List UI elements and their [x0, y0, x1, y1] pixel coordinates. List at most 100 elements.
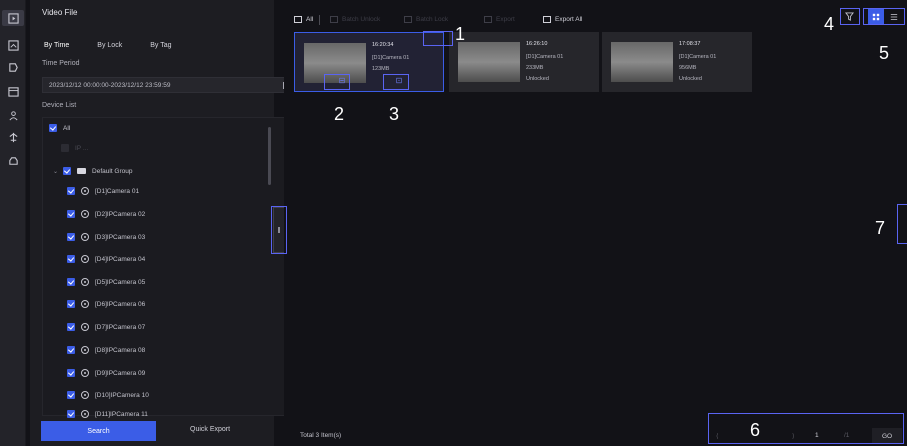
checkbox-all[interactable] — [49, 124, 57, 132]
export-all-button[interactable]: Export All — [543, 16, 582, 23]
folder-icon — [77, 168, 87, 174]
checkbox-camera[interactable] — [67, 300, 75, 308]
checkbox-camera[interactable] — [67, 210, 75, 218]
total-items: Total 3 Item(s) — [300, 432, 342, 439]
video-card[interactable]: 16:26:10 [D1]Camera 01 233MB Unlocked — [449, 32, 599, 92]
device-all-row[interactable]: All — [49, 124, 70, 132]
search-button[interactable]: Search — [41, 421, 156, 441]
camera-label: [D7]IPCamera 07 — [95, 323, 146, 331]
export-all-icon — [543, 16, 551, 23]
callout-number-4: 4 — [824, 14, 835, 34]
callout-number-6: 6 — [750, 420, 761, 440]
camera-label: [D9]IPCamera 09 — [95, 369, 146, 377]
camera-label: [D8]IPCamera 08 — [95, 346, 146, 354]
video-size: 233MB — [526, 65, 544, 71]
camera-icon — [81, 369, 89, 377]
tag-icon[interactable] — [6, 60, 20, 74]
checkbox-camera[interactable] — [67, 369, 75, 377]
select-all-toggle[interactable]: All — [294, 16, 313, 23]
lock-icon — [404, 16, 412, 23]
video-card[interactable]: 17:08:37 [D1]Camera 01 956MB Unlocked — [602, 32, 752, 92]
camera-label: [D2]IPCamera 02 — [95, 210, 146, 218]
camera-row[interactable]: [D9]IPCamera 09 — [67, 369, 145, 377]
camera-row[interactable]: [D4]IPCamera 04 — [67, 255, 145, 263]
picture-icon[interactable] — [6, 38, 20, 52]
event-icon[interactable] — [6, 84, 20, 98]
tab-by-time[interactable]: By Time — [44, 42, 69, 49]
people-icon[interactable] — [6, 108, 20, 122]
batch-unlock-button[interactable]: Batch Unlock — [330, 16, 380, 23]
camera-icon — [81, 391, 89, 399]
callout-box-6 — [708, 413, 904, 444]
video-card-selected[interactable]: 16:20:34 [D1]Camera 01 123MB ⊟ ⊡ — [294, 32, 444, 92]
camera-icon — [81, 323, 89, 331]
unlock-icon — [330, 16, 338, 23]
camera-icon — [81, 210, 89, 218]
select-all-checkbox[interactable] — [294, 16, 302, 23]
checkbox-camera[interactable] — [67, 410, 75, 418]
camera-row[interactable]: [D5]IPCamera 05 — [67, 278, 145, 286]
checkbox-group[interactable] — [63, 167, 72, 175]
camera-row[interactable]: [D11]IPCamera 11 — [67, 410, 148, 418]
checkbox-dimmed — [61, 144, 69, 152]
smart-icon[interactable] — [6, 130, 20, 144]
callout-box-4 — [840, 8, 860, 25]
export-label: Export — [496, 16, 515, 23]
callout-number-1: 1 — [455, 24, 466, 44]
camera-icon — [81, 278, 89, 286]
video-time: 16:26:10 — [526, 41, 548, 47]
camera-label: [D5]IPCamera 05 — [95, 278, 146, 286]
export-button[interactable]: Export — [484, 16, 515, 23]
checkbox-camera[interactable] — [67, 346, 75, 354]
callout-number-5: 5 — [879, 43, 890, 63]
export-icon — [484, 16, 492, 23]
checkbox-camera[interactable] — [67, 187, 75, 195]
camera-row[interactable]: [D6]IPCamera 06 — [67, 300, 145, 308]
camera-icon — [81, 233, 89, 241]
camera-label: [D4]IPCamera 04 — [95, 255, 146, 263]
video-size: 123MB — [372, 66, 390, 72]
device-list: All IP ... ⌄ Default Group [D1]Camera 01… — [42, 117, 300, 418]
time-period-value: 2023/12/12 00:00:00-2023/12/12 23:59:59 — [49, 81, 171, 89]
camera-row[interactable]: [D8]IPCamera 08 — [67, 346, 145, 354]
checkbox-camera[interactable] — [67, 278, 75, 286]
camera-row[interactable]: [D7]IPCamera 07 — [67, 323, 145, 331]
toolbar-divider — [319, 15, 320, 25]
camera-label: [D10]IPCamera 10 — [95, 391, 149, 399]
search-mode-tabs: By Time By Lock By Tag — [44, 42, 199, 49]
vehicle-icon[interactable] — [6, 154, 20, 168]
tab-by-lock[interactable]: By Lock — [97, 42, 122, 49]
quick-export-button[interactable]: Quick Export — [190, 426, 230, 433]
callout-number-7: 7 — [875, 218, 886, 238]
video-thumbnail[interactable] — [458, 42, 520, 82]
select-all-label: All — [306, 16, 314, 23]
batch-unlock-label: Batch Unlock — [342, 16, 381, 23]
callout-box-2 — [324, 74, 350, 90]
device-group-row[interactable]: ⌄ Default Group — [53, 167, 133, 175]
callout-number-2: 2 — [334, 104, 345, 124]
callout-box-7 — [897, 204, 907, 244]
panel-title: Video File — [42, 8, 78, 17]
video-camera: [D1]Camera 01 — [526, 54, 564, 60]
camera-row[interactable]: [D1]Camera 01 — [67, 187, 139, 195]
device-all-label: All — [63, 124, 71, 132]
checkbox-camera[interactable] — [67, 391, 75, 399]
callout-number-3: 3 — [389, 104, 400, 124]
video-file-panel: Video File By Time By Lock By Tag Time P… — [30, 0, 300, 446]
checkbox-camera[interactable] — [67, 233, 75, 241]
callout-box-1 — [423, 31, 453, 46]
device-list-scrollbar[interactable] — [268, 127, 271, 185]
batch-lock-button[interactable]: Batch Lock — [404, 16, 448, 23]
tab-by-tag[interactable]: By Tag — [150, 42, 171, 49]
video-lock-status: Unlocked — [526, 76, 549, 82]
chevron-down-icon[interactable]: ⌄ — [53, 168, 58, 175]
video-size: 956MB — [679, 65, 697, 71]
checkbox-camera[interactable] — [67, 323, 75, 331]
camera-row[interactable]: [D3]IPCamera 03 — [67, 233, 145, 241]
camera-row[interactable]: [D10]IPCamera 10 — [67, 391, 149, 399]
camera-row[interactable]: [D2]IPCamera 02 — [67, 210, 145, 218]
playback-icon[interactable] — [2, 10, 24, 26]
time-period-field[interactable]: 2023/12/12 00:00:00-2023/12/12 23:59:59 — [42, 77, 296, 93]
video-thumbnail[interactable] — [611, 42, 673, 82]
checkbox-camera[interactable] — [67, 255, 75, 263]
